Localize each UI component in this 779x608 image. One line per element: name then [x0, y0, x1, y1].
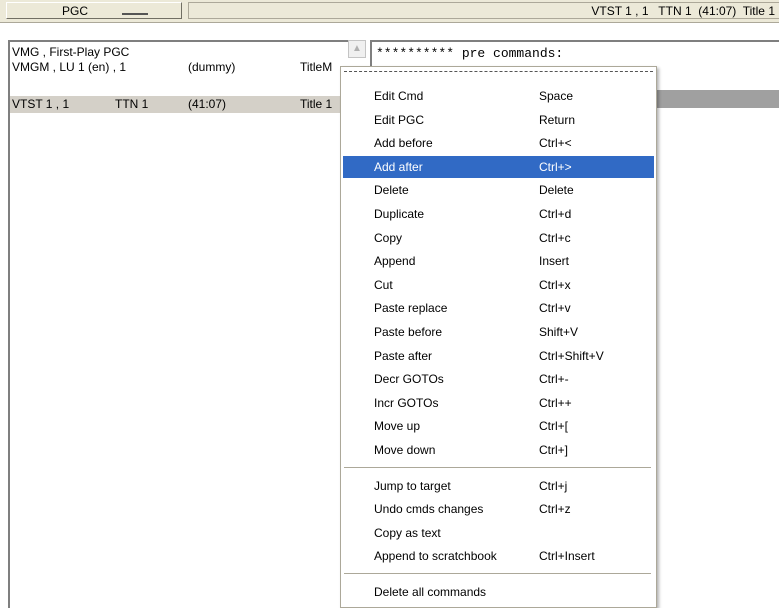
menu-item-shortcut: Ctrl+z — [539, 502, 571, 517]
menu-item-shortcut: Delete — [539, 183, 574, 198]
menu-item-copy[interactable]: Copy Ctrl+c — [343, 227, 654, 249]
menu-item-paste-after[interactable]: Paste after Ctrl+Shift+V — [343, 345, 654, 367]
menu-item-paste-before[interactable]: Paste before Shift+V — [343, 321, 654, 343]
selected-command-highlight — [656, 90, 779, 108]
menu-item-shortcut: Ctrl+v — [539, 301, 571, 316]
menu-separator — [344, 466, 651, 469]
chevron-up-icon: ▲ — [352, 43, 362, 54]
command-line[interactable]: ********** pre commands: — [376, 46, 563, 61]
menu-item-incr-gotos[interactable]: Incr GOTOs Ctrl++ — [343, 392, 654, 414]
menu-item-add-before[interactable]: Add before Ctrl+< — [343, 132, 654, 154]
menu-item-append-to-scratchbook[interactable]: Append to scratchbook Ctrl+Insert — [343, 545, 654, 567]
menu-item-paste-replace[interactable]: Paste replace Ctrl+v — [343, 297, 654, 319]
menu-item-delete-all-commands[interactable]: Delete all commands — [343, 581, 654, 603]
menu-item-shortcut: Ctrl+x — [539, 277, 571, 292]
menu-item-jump-to-target[interactable]: Jump to target Ctrl+j — [343, 475, 654, 497]
menu-item-shortcut: Ctrl+c — [539, 230, 571, 245]
menu-item-append[interactable]: Append Insert — [343, 250, 654, 272]
pgc-name: VMGM , LU 1 (en) , 1 — [12, 60, 127, 74]
menu-item-label: Add after — [374, 159, 423, 174]
window-title: VTST 1 , 1 TTN 1 (41:07) Title 1 — [591, 4, 775, 18]
menu-item-label: Paste after — [374, 348, 433, 363]
pgc-list-item-selected[interactable]: VTST 1 , 1 TTN 1 (41:07) Title 1 — [10, 96, 346, 113]
menu-item-label: Incr GOTOs — [374, 395, 439, 410]
pgc-button-label: PGC — [62, 4, 89, 18]
pgc-list-item[interactable]: VMGM , LU 1 (en) , 1 (dummy) TitleM — [10, 59, 332, 76]
menu-item-label: Paste before — [374, 325, 443, 339]
menu-item-label: Copy — [374, 230, 403, 245]
menu-item-label: Edit Cmd — [374, 89, 424, 103]
menu-item-label: Append — [374, 254, 416, 269]
menu-item-shortcut: Ctrl+Insert — [539, 549, 595, 564]
menu-item-label: Copy as text — [374, 525, 441, 540]
pgc-title: Title 1 — [300, 97, 333, 111]
menu-item-move-down[interactable]: Move down Ctrl+] — [343, 439, 654, 461]
menu-item-label: Undo cmds changes — [374, 502, 484, 517]
menu-item-decr-gotos[interactable]: Decr GOTOs Ctrl+- — [343, 368, 654, 390]
menu-item-shortcut: Ctrl+d — [539, 207, 572, 221]
menu-item-label: Delete — [374, 183, 409, 198]
menu-item-label: Cut — [374, 277, 393, 292]
header-bar: PGC VTST 1 , 1 TTN 1 (41:07) Title 1 — [0, 0, 779, 23]
menu-item-shortcut: Shift+V — [539, 325, 579, 339]
menu-item-shortcut: Return — [539, 112, 576, 127]
menu-item-edit-cmd[interactable]: Edit Cmd Space — [343, 85, 654, 107]
pgc-dropdown-button[interactable]: PGC — [6, 2, 182, 19]
menu-item-shortcut: Ctrl+j — [539, 478, 568, 493]
menu-item-shortcut: Space — [539, 89, 574, 103]
menu-item-label: Edit PGC — [374, 112, 425, 127]
menu-item-copy-as-text[interactable]: Copy as text — [343, 522, 654, 544]
pgc-ttn: TTN 1 — [115, 97, 149, 111]
dropdown-toggle-icon — [122, 6, 148, 15]
menu-item-duplicate[interactable]: Duplicate Ctrl+d — [343, 203, 654, 225]
pgc-title: TitleM — [300, 60, 333, 74]
menu-item-shortcut: Insert — [539, 254, 570, 269]
menu-item-shortcut: Ctrl+Shift+V — [539, 348, 604, 363]
title-field: VTST 1 , 1 TTN 1 (41:07) Title 1 — [188, 2, 779, 19]
menu-item-move-up[interactable]: Move up Ctrl+[ — [343, 415, 654, 437]
pgc-name: VTST 1 , 1 — [12, 97, 70, 111]
context-menu: Edit Cmd Space Edit PGC Return Add before Ctr… — [340, 66, 657, 608]
menu-item-label: Move up — [374, 419, 421, 434]
menu-item-label: Jump to target — [374, 478, 451, 493]
pgc-duration: (41:07) — [188, 97, 227, 111]
pgc-duration: (dummy) — [188, 60, 236, 74]
menu-item-label: Decr GOTOs — [374, 372, 444, 387]
menu-item-shortcut: Ctrl+] — [539, 443, 569, 457]
menu-tearoff-line[interactable] — [344, 71, 653, 72]
menu-item-label: Append to scratchbook — [374, 549, 497, 564]
menu-item-shortcut: Ctrl++ — [539, 395, 572, 410]
menu-separator — [344, 573, 651, 575]
pgc-list[interactable]: VMG , First-Play PGC VMGM , LU 1 (en) , … — [8, 40, 348, 608]
menu-item-edit-pgc[interactable]: Edit PGC Return — [343, 109, 654, 131]
menu-item-shortcut: Ctrl+[ — [539, 419, 569, 434]
menu-item-add-after[interactable]: Add after Ctrl+> — [343, 155, 654, 178]
menu-item-label: Move down — [374, 443, 436, 457]
menu-item-delete[interactable]: Delete Delete — [343, 179, 654, 201]
menu-item-shortcut: Ctrl+- — [539, 372, 569, 387]
scroll-up-button[interactable]: ▲ — [348, 40, 366, 58]
menu-item-cut[interactable]: Cut Ctrl+x — [343, 274, 654, 296]
menu-item-shortcut: Ctrl+< — [539, 136, 572, 151]
menu-item-shortcut: Ctrl+> — [539, 159, 572, 174]
menu-item-label: Delete all commands — [374, 585, 487, 599]
menu-item-label: Paste replace — [374, 301, 448, 316]
menu-item-undo-cmds-changes[interactable]: Undo cmds changes Ctrl+z — [343, 498, 654, 520]
menu-item-label: Add before — [374, 136, 433, 151]
menu-item-label: Duplicate — [374, 207, 425, 221]
